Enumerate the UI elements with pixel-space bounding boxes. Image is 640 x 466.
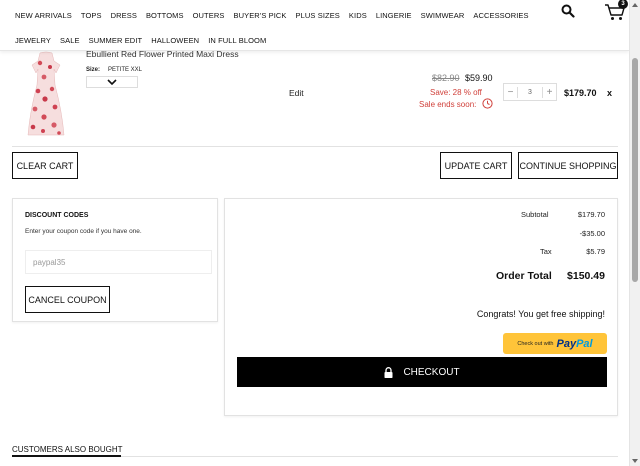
sale-price: $59.90 [465,73,493,83]
nav-item-in-full-bloom[interactable]: IN FULL BLOOM [208,36,266,45]
qty-decrease-button[interactable]: − [504,86,518,98]
subtotal-value: $179.70 [577,210,605,219]
nav-item-tops[interactable]: TOPS [81,11,102,20]
order-total-label: Order Total [496,270,552,282]
update-cart-button[interactable]: UPDATE CART [440,152,512,179]
cancel-coupon-button[interactable]: CANCEL COUPON [25,286,110,313]
nav-item-summer-edit[interactable]: SUMMER EDIT [89,36,143,45]
size-label: Size: [86,67,101,73]
chevron-down-icon [107,79,117,86]
discount-percent: Save: 28 % off [430,88,482,97]
discount-title: DISCOUNT CODES [25,212,89,219]
nav-item-bottoms[interactable]: BOTTOMS [146,11,184,20]
tax-label: Tax [540,247,552,256]
size-value: PETITE XXL [108,67,143,73]
customers-also-bought-heading: CUSTOMERS ALSO BOUGHT [12,445,123,454]
size-dropdown[interactable] [86,76,138,88]
nav-row-primary: NEW ARRIVALS TOPS DRESS BOTTOMS OUTERS BUYER'… [15,11,529,20]
cart-count-badge: 3 [618,0,628,9]
scroll-up-arrow-icon[interactable] [632,3,638,7]
clear-cart-button[interactable]: CLEAR CART [12,152,78,179]
nav-item-sale[interactable]: SALE [60,36,80,45]
continue-shopping-button[interactable]: CONTINUE SHOPPING [518,152,618,179]
remove-item-button[interactable]: x [607,88,612,98]
paypal-checkout-button[interactable]: Check out with Pay Pal [503,333,607,354]
order-total-value: $150.49 [567,270,605,282]
nav-item-outers[interactable]: OUTERS [193,11,225,20]
original-price: $82.90 [432,73,460,83]
nav-item-swimwear[interactable]: SWIMWEAR [421,11,465,20]
search-icon[interactable] [561,4,575,18]
qty-value[interactable]: 3 [528,89,532,96]
paypal-logo-pal: Pal [576,337,593,350]
product-image[interactable] [26,51,66,137]
sale-ends-text: Sale ends soon: [419,100,477,109]
qty-increase-button[interactable]: + [542,86,556,98]
cart-item-row: Ebullient Red Flower Printed Maxi Dress … [12,49,618,147]
nav-item-dress[interactable]: DRESS [111,11,137,20]
scroll-down-arrow-icon[interactable] [632,459,638,463]
discount-codes-panel: DISCOUNT CODES Enter your coupon code if… [12,198,218,322]
checkout-button[interactable]: CHECKOUT [237,357,607,387]
discount-description: Enter your coupon code if you have one. [25,228,142,235]
paypal-logo-pay: Pay [556,337,577,350]
edit-item-link[interactable]: Edit [289,88,304,98]
lock-icon [384,366,393,378]
site-header: NEW ARRIVALS TOPS DRESS BOTTOMS OUTERS BUYER'… [0,0,629,51]
order-summary-panel: Subtotal $179.70 -$35.00 Tax $5.79 Order… [224,198,618,416]
nav-item-plus-sizes[interactable]: PLUS SIZES [296,11,340,20]
tax-value: $5.79 [586,247,605,256]
nav-item-halloween[interactable]: HALLOWEEN [151,36,199,45]
discount-value: -$35.00 [579,229,605,238]
line-total: $179.70 [564,88,597,98]
nav-item-lingerie[interactable]: LINGERIE [376,11,412,20]
nav-item-jewelry[interactable]: JEWELRY [15,36,51,45]
paypal-prefix: Check out with [517,340,554,347]
quantity-stepper: − 3 + [503,83,557,101]
clock-icon [482,98,493,109]
checkout-label: CHECKOUT [403,366,460,378]
subtotal-label: Subtotal [521,210,549,219]
coupon-input[interactable] [25,250,212,274]
scrollbar-thumb[interactable] [632,58,638,282]
heading-underline [12,455,121,457]
nav-item-new-arrivals[interactable]: NEW ARRIVALS [15,11,72,20]
nav-row-secondary: JEWELRY SALE SUMMER EDIT HALLOWEEN IN FULL B… [15,36,266,45]
free-shipping-message: Congrats! You get free shipping! [476,309,605,319]
nav-item-buyer-s-pick[interactable]: BUYER'S PICK [233,11,286,20]
nav-item-kids[interactable]: KIDS [349,11,367,20]
page-scrollbar[interactable] [629,0,640,466]
nav-item-accessories[interactable]: ACCESSORIES [473,11,528,20]
